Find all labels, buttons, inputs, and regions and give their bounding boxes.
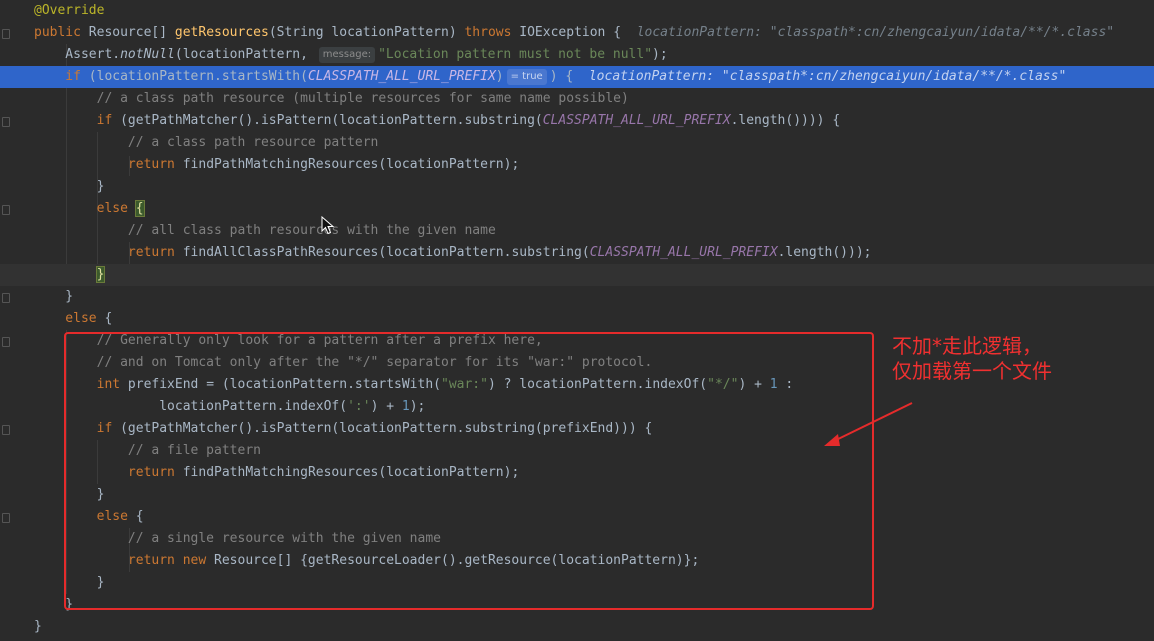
- mouse-pointer-icon: [321, 216, 335, 235]
- annotation-arrow: [824, 402, 913, 446]
